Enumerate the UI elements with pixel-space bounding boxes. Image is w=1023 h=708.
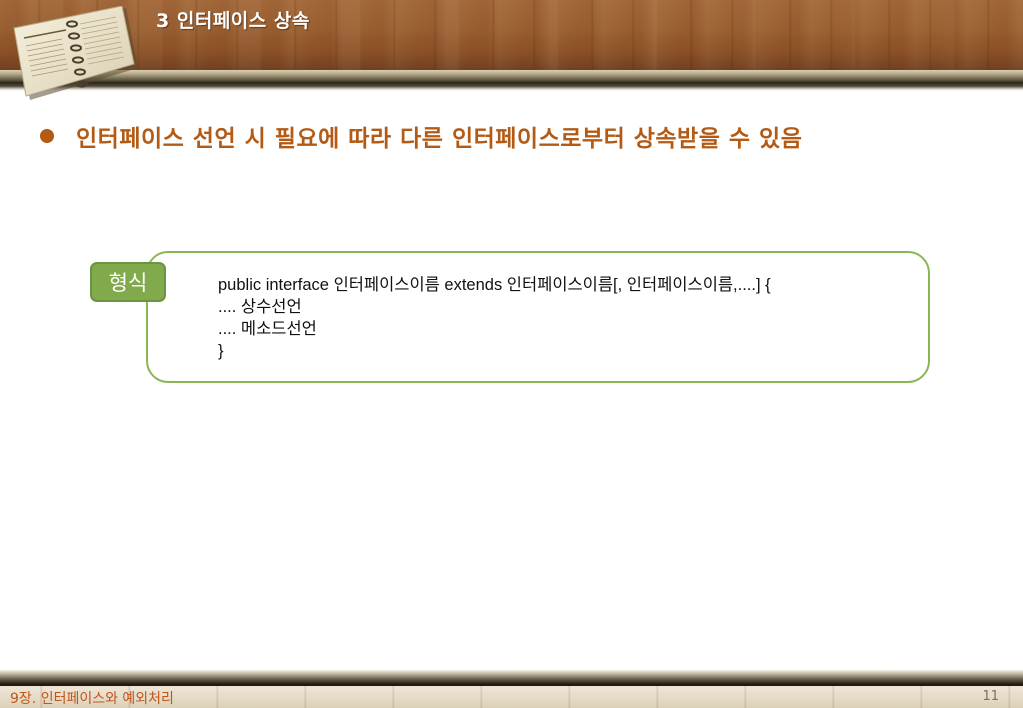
bullet-point: 인터페이스 선언 시 필요에 따라 다른 인터페이스로부터 상속받을 수 있음 — [40, 116, 802, 156]
book-icon — [13, 6, 138, 100]
syntax-line: } — [218, 342, 224, 360]
page-title: 3 인터페이스 상속 — [156, 6, 310, 33]
title-number: 3 — [156, 10, 170, 32]
bullet-text: 인터페이스 선언 시 필요에 따라 다른 인터페이스로부터 상속받을 수 있음 — [76, 126, 803, 152]
syntax-tag: 형식 — [90, 262, 166, 302]
syntax-code: public interface 인터페이스이름 extends 인터페이스이름… — [218, 274, 771, 362]
page-number: 11 — [982, 689, 999, 704]
header-wood-banner — [0, 0, 1023, 70]
bullet-dot-icon — [40, 129, 54, 143]
syntax-line: .... 상수선언 — [218, 298, 302, 316]
header-rail — [0, 70, 1023, 82]
footer-rail — [0, 670, 1023, 686]
footer-chapter: 9장. 인터페이스와 예외처리 — [10, 691, 174, 707]
header-shadow — [0, 82, 1023, 91]
syntax-line: .... 메소드선언 — [218, 320, 317, 338]
syntax-line: public interface 인터페이스이름 extends 인터페이스이름… — [218, 276, 771, 294]
title-text: 인터페이스 상속 — [176, 10, 310, 32]
